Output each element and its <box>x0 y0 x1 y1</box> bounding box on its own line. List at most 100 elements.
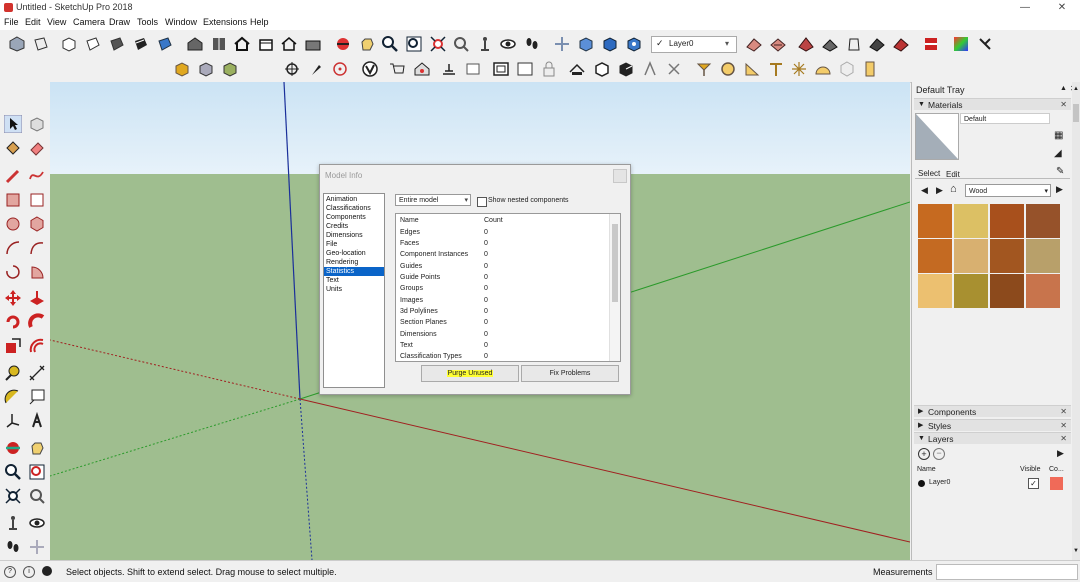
zoom-window-icon[interactable] <box>405 35 423 53</box>
menu-draw[interactable]: Draw <box>109 17 130 27</box>
category-units[interactable]: Units <box>324 285 384 294</box>
panel-close-icon[interactable]: ✕ <box>1060 433 1067 445</box>
pie-icon[interactable] <box>28 263 46 281</box>
category-components[interactable]: Components <box>324 213 384 222</box>
layer-details-icon[interactable]: ▶ <box>1057 448 1064 459</box>
circle-tool-icon[interactable] <box>719 60 737 78</box>
material-swatch[interactable] <box>954 274 988 308</box>
home-icon[interactable]: ⌂ <box>950 183 957 195</box>
3d-text-icon[interactable] <box>28 411 46 430</box>
account-icon[interactable] <box>42 566 52 576</box>
material-swatch[interactable] <box>990 239 1024 273</box>
purge-unused-button[interactable]: Purge Unused <box>421 365 519 382</box>
solid-cube-icon[interactable] <box>593 60 611 78</box>
position-camera-icon[interactable] <box>476 35 494 53</box>
look-around-tool-icon[interactable] <box>28 514 46 532</box>
create-material-icon[interactable]: ▦ <box>1054 130 1063 141</box>
geo-location-icon[interactable]: ? <box>4 566 16 578</box>
material-swatch[interactable] <box>918 274 952 308</box>
menu-tools[interactable]: Tools <box>137 17 158 27</box>
arc-icon[interactable] <box>4 239 22 257</box>
follow-me-icon[interactable] <box>568 60 586 78</box>
table-row[interactable]: Groups 0 <box>400 283 600 294</box>
category-classifications[interactable]: Classifications <box>324 204 384 213</box>
menu-camera[interactable]: Camera <box>73 17 105 27</box>
smoove-icon[interactable] <box>797 35 815 53</box>
layer-visible-checkbox[interactable]: ✓ <box>1028 478 1039 489</box>
details-arrow-icon[interactable]: ▶ <box>1056 184 1063 195</box>
display-section-fill-icon[interactable] <box>625 35 643 53</box>
offset-icon[interactable] <box>28 337 46 355</box>
eraser-icon[interactable] <box>28 139 46 157</box>
table-row[interactable]: Faces 0 <box>400 238 600 249</box>
show-nested-checkbox[interactable] <box>477 197 487 207</box>
fix-problems-button[interactable]: Fix Problems <box>521 365 619 382</box>
material-swatch[interactable] <box>954 204 988 238</box>
dropper-icon[interactable] <box>307 60 325 78</box>
layer-dropdown[interactable]: ✓ Layer0 ▾ <box>651 36 737 53</box>
home-outline-icon[interactable] <box>280 35 298 53</box>
intersect-icon[interactable] <box>641 60 659 78</box>
gold-cube-icon[interactable] <box>173 60 191 78</box>
house-icon[interactable] <box>233 35 251 53</box>
paint-bucket-icon[interactable] <box>4 139 22 157</box>
dimension-icon[interactable] <box>28 364 46 382</box>
scroll-up-icon[interactable]: ▲ <box>1073 86 1079 92</box>
drape-icon[interactable] <box>845 35 863 53</box>
three-point-arc-icon[interactable] <box>4 263 22 281</box>
scale-icon[interactable] <box>4 337 22 355</box>
panel-close-icon[interactable]: ✕ <box>1060 406 1067 418</box>
styles-panel-header[interactable]: ▶ Styles ✕ <box>914 419 1071 431</box>
iso-view-icon[interactable] <box>8 35 26 53</box>
zoom-icon[interactable] <box>381 35 399 53</box>
star-tool-icon[interactable] <box>790 60 808 78</box>
category-dimensions[interactable]: Dimensions <box>324 231 384 240</box>
rotate-icon[interactable] <box>4 313 22 331</box>
shop-icon[interactable] <box>257 35 275 53</box>
walk-tool-icon[interactable] <box>4 538 22 556</box>
pushpin-icon[interactable] <box>695 60 713 78</box>
pan-hand-icon[interactable] <box>358 35 376 53</box>
tray-pin-icon[interactable]: ▲ <box>1060 85 1067 92</box>
crosshair-icon[interactable] <box>283 60 301 78</box>
menu-extensions[interactable]: Extensions <box>203 17 247 27</box>
position-camera-tool-icon[interactable] <box>4 514 22 532</box>
green-cube-icon[interactable] <box>221 60 239 78</box>
back-view-icon[interactable] <box>108 35 126 53</box>
extension-warehouse-icon[interactable] <box>413 60 431 78</box>
validation-icon[interactable] <box>361 60 379 78</box>
tape-measure-icon[interactable] <box>4 364 22 382</box>
warehouse-icon[interactable] <box>186 35 204 53</box>
maximize-button[interactable] <box>1013 0 1043 16</box>
trim-icon[interactable] <box>665 60 683 78</box>
layout-icon[interactable] <box>440 60 458 78</box>
remove-layer-icon[interactable]: − <box>933 448 945 460</box>
book-icon[interactable] <box>210 35 228 53</box>
follow-me-tool-icon[interactable] <box>28 313 46 331</box>
add-layer-icon[interactable]: + <box>918 448 930 460</box>
two-point-arc-icon[interactable] <box>28 239 46 257</box>
menu-edit[interactable]: Edit <box>25 17 41 27</box>
cube-tool-icon[interactable] <box>197 60 215 78</box>
back-arrow-icon[interactable]: ◀ <box>921 185 928 196</box>
eyedropper-icon[interactable]: ✎ <box>1056 166 1064 177</box>
sandbox-from-scratch-icon[interactable] <box>769 35 787 53</box>
table-row[interactable]: Text 0 <box>400 340 600 351</box>
protractor-icon[interactable] <box>4 388 22 406</box>
shaded-style-icon[interactable] <box>132 35 150 53</box>
sample-paint-icon[interactable]: ◢ <box>1054 148 1062 159</box>
look-around-icon[interactable] <box>499 35 517 53</box>
axes-icon[interactable] <box>4 412 22 430</box>
dialog-close-button[interactable] <box>613 169 627 183</box>
material-swatch[interactable] <box>918 204 952 238</box>
monochrome-style-icon[interactable] <box>156 35 174 53</box>
orbit-icon[interactable] <box>334 35 352 53</box>
forward-arrow-icon[interactable]: ▶ <box>936 185 943 196</box>
extension-icon[interactable] <box>976 35 994 53</box>
dome-tool-icon[interactable] <box>814 60 832 78</box>
front-view-icon[interactable] <box>60 35 78 53</box>
previous-zoom-icon[interactable] <box>28 487 46 505</box>
rotated-rectangle-icon[interactable] <box>28 191 46 209</box>
flip-edge-icon[interactable] <box>892 35 910 53</box>
frame-icon[interactable] <box>492 60 510 78</box>
